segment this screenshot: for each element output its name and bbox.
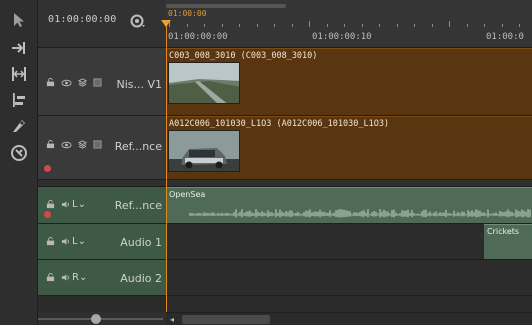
track-name[interactable]: Ref...nce [115,140,162,153]
video-clip[interactable]: C003_008_3010 (C003_008_3010) [166,48,532,115]
ruler-tick [519,24,520,27]
ruler-label: 01:00:0 [486,32,524,42]
ruler-tick [256,24,258,27]
track-lane-v1[interactable]: C003_008_3010 (C003_008_3010) [166,48,532,116]
ruler-tick [379,24,380,27]
clip-title: C003_008_3010 (C003_008_3010) [169,51,318,61]
channel-select[interactable]: L⌄ [72,236,86,247]
speaker-icon[interactable] [61,200,70,212]
track-header-audio-2[interactable]: R⌄ Audio 2 [38,260,166,296]
current-timecode[interactable]: 01:00:00:00 [48,14,116,25]
slide-icon[interactable] [9,90,29,110]
magnet-icon[interactable] [9,143,29,163]
ripple-icon[interactable] [9,38,29,58]
zoom-slider[interactable] [38,312,166,325]
audio-clip[interactable]: OpenSea [166,187,532,223]
track-lane-audio-1[interactable]: Crickets [166,224,532,260]
scroll-left-icon[interactable]: ◂ [170,315,174,324]
ruler-tick [484,24,485,27]
clip-title: Crickets [487,227,520,236]
ruler-tick [466,24,468,27]
chevron-down-icon: ⌄ [77,199,86,210]
ruler-tick [431,24,433,27]
scrollbar-thumb[interactable] [182,315,270,324]
chevron-down-icon: ⌄ [77,236,86,247]
eye-icon[interactable] [61,79,72,90]
channel-select[interactable]: R⌄ [72,272,87,283]
ruler-tick [239,24,240,27]
track-name[interactable]: Nis... V1 [116,78,162,91]
clip-thumbnail [168,62,240,104]
ruler-tick [501,24,503,27]
layers-icon[interactable] [77,140,88,152]
ruler-tick [274,24,275,27]
track-header-reference-audio[interactable]: L⌄ Ref...nce [38,187,166,224]
ruler-tick [204,24,205,27]
blend-mode-icon[interactable] [93,140,102,152]
speaker-icon[interactable] [61,237,70,249]
ruler-tick [186,24,188,27]
layers-icon[interactable] [77,78,88,90]
horizontal-scrollbar[interactable]: ◂ [166,312,532,325]
clip-title: A012C006_101030_L1O3 (A012C006_101030_L1… [169,119,390,129]
track-separator [38,180,532,187]
track-header-reference-video[interactable]: Ref...nce [38,116,166,180]
ruler-tick [396,24,398,27]
audio-waveform [189,209,531,218]
ruler-label: 01:00:00:00 [168,32,228,42]
track-lane-reference-video[interactable]: A012C006_101030_L1O3 (A012C006_101030_L1… [166,116,532,180]
channel-select[interactable]: L⌄ [72,199,86,210]
track-name[interactable]: Ref...nce [115,199,162,212]
ruler-range-bar[interactable] [166,4,286,8]
time-ruler[interactable]: 01:00:00 01:00:00:00 01:00:00:10 01:00:0 [166,0,532,48]
zoom-slider-handle[interactable] [91,314,101,324]
timeline-header: 01:00:00:00 [38,0,166,48]
ruler-tick [449,21,450,27]
record-enable-icon[interactable] [44,165,51,172]
ruler-tick [344,24,345,27]
eye-icon[interactable] [61,141,72,152]
speaker-icon[interactable] [61,273,70,285]
track-name[interactable]: Audio 2 [120,272,162,285]
lock-icon[interactable] [46,140,55,152]
ruler-tick [309,21,310,27]
playhead-line[interactable] [166,22,167,312]
audio-clip[interactable]: Crickets [484,224,532,259]
select-arrow-icon[interactable] [9,10,29,30]
clip-thumbnail [168,130,240,172]
snap-icon[interactable] [130,13,146,29]
ruler-tick [221,24,223,27]
razor-icon[interactable] [9,116,29,136]
track-lane-reference-audio[interactable]: OpenSea [166,187,532,224]
track-header-v1[interactable]: Nis... V1 [38,48,166,116]
empty-track-area[interactable] [38,296,532,312]
chevron-down-icon: ⌄ [78,272,88,283]
blend-mode-icon[interactable] [93,78,102,90]
track-lane-audio-2[interactable] [166,260,532,296]
ruler-tick [361,24,363,27]
record-enable-icon[interactable] [44,211,51,218]
slip-icon[interactable] [9,64,29,84]
ruler-tick [414,24,415,27]
lock-icon[interactable] [46,237,55,249]
channel-label: R [72,272,79,283]
tool-palette [0,0,38,325]
track-name[interactable]: Audio 1 [120,236,162,249]
playhead-timecode: 01:00:00 [168,9,207,18]
lock-icon[interactable] [46,273,55,285]
ruler-tick [326,24,328,27]
lock-icon[interactable] [46,78,55,90]
ruler-label: 01:00:00:10 [312,32,372,42]
track-header-audio-1[interactable]: L⌄ Audio 1 [38,224,166,260]
playhead-handle[interactable] [161,20,171,27]
ruler-tick [291,24,293,27]
video-clip[interactable]: A012C006_101030_L1O3 (A012C006_101030_L1… [166,116,532,179]
